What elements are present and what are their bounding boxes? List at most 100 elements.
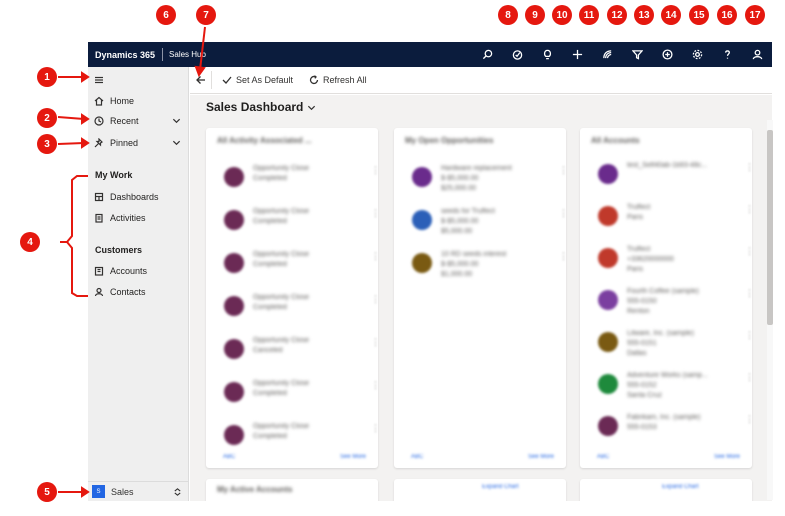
area-switcher[interactable]: S Sales [88, 481, 189, 501]
sidebar-item-label: Dashboards [110, 192, 159, 202]
checkmark-icon [222, 76, 232, 84]
list-item[interactable]: seeds for Truffect $-$5,000.00 $5,000.00 ⋮ [406, 204, 566, 244]
panel-footer-label[interactable]: ABC [223, 454, 235, 460]
see-more-link[interactable]: See More [340, 454, 366, 460]
more-options-icon[interactable]: ⋮ [559, 208, 566, 219]
dashboard-selector[interactable]: Sales Dashboard [206, 100, 316, 114]
callout-marker: 3 [37, 134, 57, 154]
more-options-icon[interactable]: ⋮ [559, 251, 566, 262]
hamburger-menu-button[interactable] [88, 70, 189, 90]
question-icon[interactable] [712, 42, 742, 67]
sidebar-item-home[interactable]: Home [88, 91, 189, 111]
list-item[interactable]: Fabrikam, Inc. (sample) 555-0153 ⋮ [592, 410, 752, 450]
more-options-icon[interactable]: ⋮ [559, 165, 566, 176]
dashboard-canvas: Sales Dashboard All Activity Associated … [190, 95, 772, 501]
panel-title[interactable]: My Open Opportunities [405, 136, 493, 145]
list-item[interactable]: Opportunity Close Completed ⋮ [218, 161, 378, 201]
back-arrow-icon[interactable] [195, 75, 206, 85]
more-options-icon[interactable]: ⋮ [745, 372, 752, 383]
user-icon[interactable] [742, 42, 772, 67]
more-options-icon[interactable]: ⋮ [745, 414, 752, 425]
list-item[interactable]: Truffect +33620000000 Paris ⋮ [592, 242, 752, 282]
lightbulb-icon[interactable] [532, 42, 562, 67]
sidebar-item-label: Home [110, 96, 135, 106]
list-item[interactable]: Opportunity Close Completed ⋮ [218, 419, 378, 459]
panel-title[interactable]: All Activity Associated ... [217, 136, 312, 145]
sidebar-item-accounts[interactable]: Accounts [88, 261, 189, 281]
panel-title[interactable]: My Active Accounts [217, 485, 292, 494]
task-icon[interactable] [502, 42, 532, 67]
record-line: Opportunity Close [253, 423, 310, 430]
brand-title[interactable]: Dynamics 365 [88, 50, 155, 60]
list-item[interactable]: Opportunity Close Completed ⋮ [218, 290, 378, 330]
list-item[interactable]: test_Self40ab-1b93-48c... ⋮ [592, 158, 752, 198]
back-button[interactable] [190, 71, 212, 89]
list-item[interactable]: Hardware replacement $-$5,000.00 $25,000.0… [406, 161, 566, 201]
expand-chart-link[interactable]: Expand Chart [662, 484, 699, 490]
list-item[interactable]: Adventure Works (samp... 555-0152 Santa Cr… [592, 368, 752, 408]
panel-title[interactable]: All Accounts [591, 136, 640, 145]
sidebar-item-activities[interactable]: Activities [88, 208, 189, 228]
expand-chart-link[interactable]: Expand Chart [482, 484, 519, 490]
set-as-default-button[interactable]: Set As Default [222, 75, 293, 85]
sidebar-item-label: Contacts [110, 287, 146, 297]
more-options-icon[interactable]: ⋮ [371, 423, 378, 434]
callout-marker: 1 [37, 67, 57, 87]
more-options-icon[interactable]: ⋮ [745, 162, 752, 173]
list-item[interactable]: Fourth Coffee (sample) 555-0150 Renton ⋮ [592, 284, 752, 324]
help-circle-icon[interactable] [652, 42, 682, 67]
vertical-scrollbar[interactable] [767, 120, 773, 500]
hamburger-icon[interactable] [88, 75, 110, 85]
sidebar-item-contacts[interactable]: Contacts [88, 282, 189, 302]
chevron-down-icon[interactable] [307, 103, 316, 112]
see-more-link[interactable]: See More [528, 454, 554, 460]
more-options-icon[interactable]: ⋮ [371, 380, 378, 391]
more-options-icon[interactable]: ⋮ [371, 251, 378, 262]
sidebar-item-label: Recent [110, 116, 139, 126]
app-name[interactable]: Sales Hub [169, 50, 206, 59]
panel-footer-label[interactable]: ABC [597, 454, 609, 460]
sidebar-item-pinned[interactable]: Pinned [88, 133, 189, 153]
sidebar-item-dashboards[interactable]: Dashboards [88, 187, 189, 207]
more-options-icon[interactable]: ⋮ [371, 208, 378, 219]
chevron-down-icon[interactable] [172, 138, 181, 149]
record-line: Completed [253, 390, 287, 397]
chevron-updown-icon[interactable] [173, 487, 182, 499]
area-label: Sales [111, 486, 134, 497]
see-more-link[interactable]: See More [714, 454, 740, 460]
app-frame: Dynamics 365 Sales Hub Home Recent Pinne… [0, 0, 785, 516]
list-item[interactable]: Litware, Inc. (sample) 555-0151 Dallas ⋮ [592, 326, 752, 366]
more-options-icon[interactable]: ⋮ [745, 330, 752, 341]
filter-icon[interactable] [622, 42, 652, 67]
record-line: 555-0150 [627, 298, 657, 305]
settings-icon[interactable] [682, 42, 712, 67]
more-options-icon[interactable]: ⋮ [745, 204, 752, 215]
refresh-all-button[interactable]: Refresh All [309, 75, 367, 85]
sidebar-item-label: Accounts [110, 266, 148, 276]
chevron-down-icon[interactable] [172, 116, 181, 127]
record-line: 555-0153 [627, 424, 657, 431]
more-options-icon[interactable]: ⋮ [371, 294, 378, 305]
scrollbar-thumb[interactable] [767, 130, 773, 325]
list-item[interactable]: Opportunity Close Completed ⋮ [218, 247, 378, 287]
add-icon[interactable] [562, 42, 592, 67]
panel-footer-label[interactable]: ABC [411, 454, 423, 460]
building-icon [88, 266, 110, 276]
opportunities-list-panel: My Open Opportunities Hardware replaceme… [394, 128, 566, 468]
list-item[interactable]: 10 RD seeds interest $-$5,000.00 $1,000.00… [406, 247, 566, 287]
assistant-icon[interactable] [592, 42, 622, 67]
sidebar-item-recent[interactable]: Recent [88, 111, 189, 131]
more-options-icon[interactable]: ⋮ [371, 165, 378, 176]
record-avatar [412, 167, 432, 187]
record-line: Fabrikam, Inc. (sample) [627, 414, 701, 421]
search-icon[interactable] [472, 42, 502, 67]
list-item[interactable]: Opportunity Close Completed ⋮ [218, 376, 378, 416]
list-item[interactable]: Opportunity Close Completed ⋮ [218, 204, 378, 244]
record-avatar [412, 253, 432, 273]
more-options-icon[interactable]: ⋮ [745, 246, 752, 257]
more-options-icon[interactable]: ⋮ [371, 337, 378, 348]
record-line: seeds for Truffect [441, 208, 495, 215]
list-item[interactable]: Truffect Paris ⋮ [592, 200, 752, 240]
list-item[interactable]: Opportunity Close Canceled ⋮ [218, 333, 378, 373]
more-options-icon[interactable]: ⋮ [745, 288, 752, 299]
